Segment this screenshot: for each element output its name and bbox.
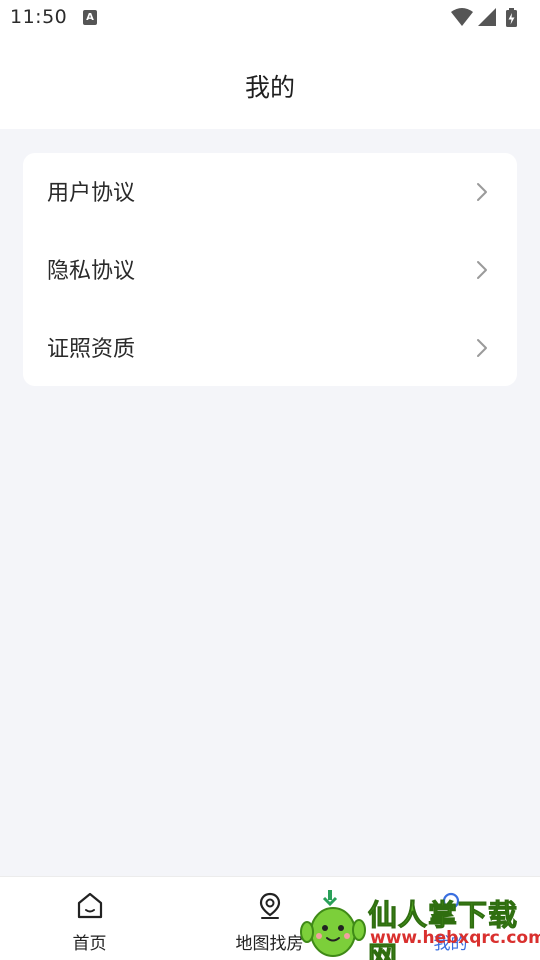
status-time: 11:50 — [10, 6, 68, 28]
menu-item-license-qualification[interactable]: 证照资质 — [23, 309, 517, 387]
chevron-right-icon — [477, 183, 487, 201]
a-icon: A — [83, 10, 97, 25]
status-bar: 11:50 A — [0, 0, 540, 36]
menu-item-label: 证照资质 — [47, 337, 136, 362]
watermark-url: www.hebxqrc.com — [370, 928, 540, 948]
menu-item-label: 用户协议 — [47, 181, 136, 206]
signal-icon — [478, 8, 496, 26]
chevron-right-icon — [477, 261, 487, 279]
menu-item-privacy-agreement[interactable]: 隐私协议 — [23, 231, 517, 309]
cactus-logo-icon — [300, 890, 366, 957]
menu-item-user-agreement[interactable]: 用户协议 — [23, 153, 517, 231]
status-icons — [451, 8, 517, 27]
battery-charging-icon — [506, 8, 517, 27]
tab-home[interactable]: 首页 — [22, 877, 157, 960]
map-pin-icon — [259, 892, 280, 919]
chevron-right-icon — [477, 339, 487, 357]
page-title: 我的 — [244, 73, 295, 102]
wifi-icon — [451, 8, 473, 26]
watermark-title: 仙人掌下载网 — [368, 898, 519, 960]
watermark: 仙人掌下载网 www.hebxqrc.com — [300, 888, 540, 960]
menu-item-label: 隐私协议 — [47, 259, 136, 284]
menu-card: 用户协议 隐私协议 证照资质 — [23, 153, 517, 386]
tab-label: 首页 — [72, 934, 107, 954]
page-header: 我的 — [0, 36, 540, 129]
home-icon — [77, 892, 102, 919]
